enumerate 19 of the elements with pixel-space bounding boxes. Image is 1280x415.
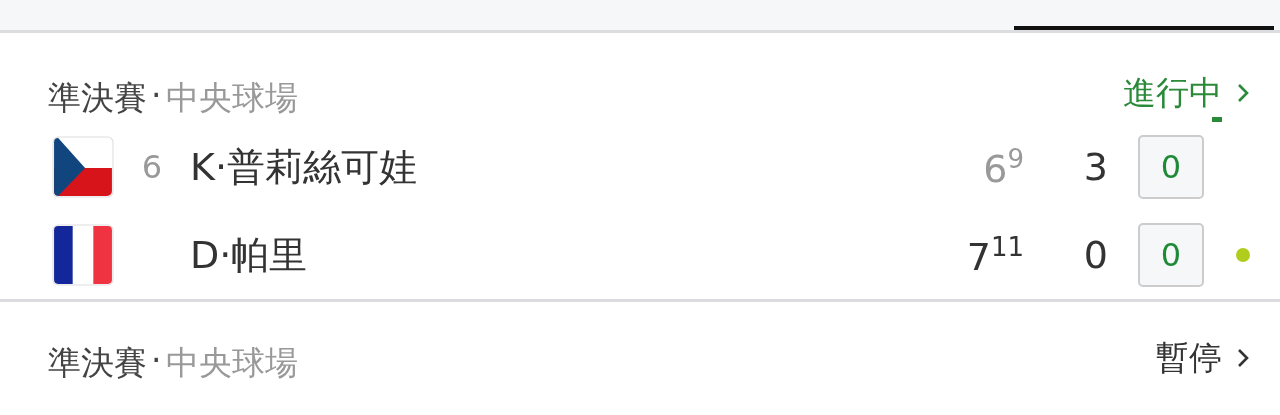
player-name: K·普莉絲可娃: [190, 143, 417, 191]
separator: ·: [151, 340, 162, 382]
live-indicator: [1212, 117, 1222, 122]
set-score: 6$^{9}$: [982, 143, 1024, 191]
game-score: 0: [1138, 223, 1204, 287]
set-score: 7$^{11}$: [965, 231, 1024, 279]
chevron-right-icon[interactable]: [1236, 347, 1250, 369]
player-name: D·帕里: [190, 231, 308, 279]
game-score: 0: [1138, 135, 1204, 199]
separator: ·: [151, 75, 162, 117]
round-label: 準決賽: [48, 76, 147, 119]
round-label: 準決賽: [48, 341, 147, 384]
set-score: 0: [1082, 233, 1108, 277]
status-link[interactable]: 進行中: [1123, 73, 1222, 113]
seed-number: 6: [141, 148, 163, 186]
court-label: 中央球場: [165, 341, 298, 384]
court-label: 中央球場: [165, 76, 298, 119]
set-score: 3: [1082, 145, 1108, 189]
status-link[interactable]: 暫停: [1156, 338, 1222, 378]
